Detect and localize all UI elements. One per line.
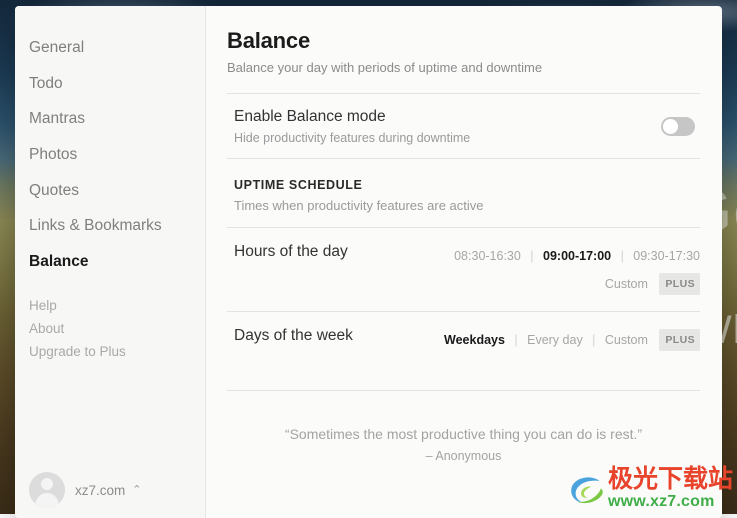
uptime-schedule-description: Times when productivity features are act… (234, 198, 700, 213)
option-hours-0930-1730[interactable]: 09:30-17:30 (633, 249, 700, 263)
hours-of-the-day-label: Hours of the day (234, 242, 348, 261)
option-separator: | (530, 249, 533, 263)
sidebar-item-todo[interactable]: Todo (15, 66, 205, 102)
enable-balance-mode-row[interactable]: Enable Balance mode Hide productivity fe… (227, 94, 700, 158)
sidebar-item-general[interactable]: General (15, 30, 205, 66)
hours-of-the-day-row: Hours of the day 08:30-16:30 | 09:00-17:… (227, 228, 700, 311)
option-hours-0900-1700[interactable]: 09:00-17:00 (543, 249, 611, 263)
balance-mode-toggle[interactable] (661, 117, 695, 136)
settings-sidebar: General Todo Mantras Photos Quotes Links… (15, 6, 206, 518)
sidebar-item-photos[interactable]: Photos (15, 137, 205, 173)
watermark-site-url: www.xz7.com (608, 492, 733, 512)
account-menu-button[interactable]: xz7.com ⌃ (15, 472, 141, 508)
sidebar-item-upgrade-to-plus[interactable]: Upgrade to Plus (15, 340, 205, 363)
enable-balance-mode-text: Enable Balance mode Hide productivity fe… (234, 108, 470, 145)
enable-balance-mode-label: Enable Balance mode (234, 108, 470, 126)
enable-balance-mode-description: Hide productivity features during downti… (234, 131, 470, 145)
account-name: xz7.com (75, 483, 125, 498)
site-watermark: 极光下载站 www.xz7.com (566, 467, 733, 512)
avatar (29, 472, 65, 508)
plus-badge-days[interactable]: PLUS (659, 329, 700, 351)
plus-badge-hours[interactable]: PLUS (659, 273, 700, 295)
sidebar-item-links-bookmarks[interactable]: Links & Bookmarks (15, 208, 205, 244)
option-hours-0830-1630[interactable]: 08:30-16:30 (454, 249, 521, 263)
option-days-every-day[interactable]: Every day (527, 333, 583, 347)
option-separator: | (621, 249, 624, 263)
sidebar-item-quotes[interactable]: Quotes (15, 173, 205, 209)
hours-of-the-day-options: 08:30-16:30 | 09:00-17:00 | 09:30-17:30 … (454, 242, 700, 297)
settings-modal: General Todo Mantras Photos Quotes Links… (15, 6, 722, 518)
sidebar-nav-main: General Todo Mantras Photos Quotes Links… (15, 6, 205, 280)
watermark-logo-icon (566, 470, 606, 510)
watermark-site-name: 极光下载站 (608, 467, 733, 492)
chevron-up-icon: ⌃ (132, 485, 141, 496)
page-title: Balance (227, 28, 700, 54)
days-of-the-week-row: Days of the week Weekdays | Every day | … (227, 312, 700, 368)
option-hours-custom[interactable]: Custom (605, 277, 648, 291)
settings-content-panel: Balance Balance your day with periods of… (206, 6, 722, 518)
page-subtitle: Balance your day with periods of uptime … (227, 60, 700, 75)
quote-author: – Anonymous (227, 449, 700, 463)
option-days-custom[interactable]: Custom (605, 333, 648, 347)
sidebar-nav-secondary: Help About Upgrade to Plus (15, 294, 205, 363)
sidebar-item-about[interactable]: About (15, 317, 205, 340)
sidebar-item-mantras[interactable]: Mantras (15, 101, 205, 137)
option-separator: | (514, 333, 517, 347)
option-days-weekdays[interactable]: Weekdays (444, 333, 505, 347)
sidebar-item-help[interactable]: Help (15, 294, 205, 317)
option-separator: | (592, 333, 595, 347)
days-of-the-week-label: Days of the week (234, 326, 353, 345)
quote-block: “Sometimes the most productive thing you… (227, 391, 700, 463)
quote-text: “Sometimes the most productive thing you… (227, 426, 700, 442)
days-of-the-week-options: Weekdays | Every day | Custom PLUS (444, 326, 700, 354)
uptime-schedule-header: UPTIME SCHEDULE Times when productivity … (227, 159, 700, 213)
watermark-text: 极光下载站 www.xz7.com (608, 467, 733, 512)
uptime-schedule-title: UPTIME SCHEDULE (234, 178, 700, 192)
sidebar-item-balance[interactable]: Balance (15, 244, 205, 280)
